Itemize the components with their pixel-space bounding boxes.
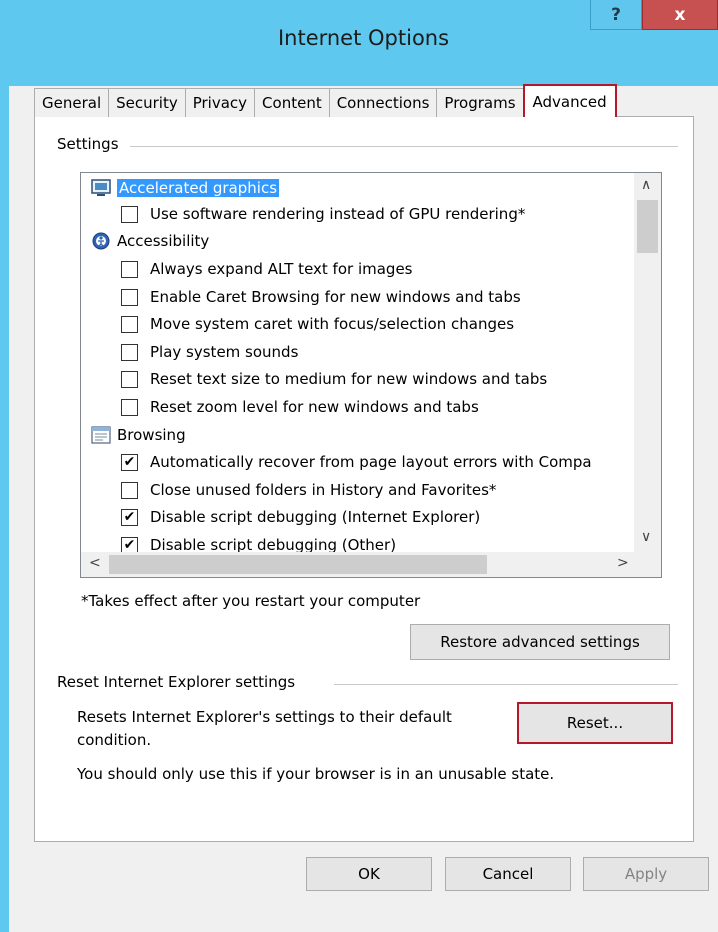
close-icon: x: [674, 4, 686, 25]
cancel-button[interactable]: Cancel: [445, 857, 571, 891]
tree-category-accelerated-graphics[interactable]: Accelerated graphics: [91, 175, 280, 201]
scroll-left-icon[interactable]: <: [89, 555, 101, 571]
checkbox[interactable]: [121, 398, 138, 416]
accessibility-icon: [92, 232, 110, 250]
setting-label: Enable Caret Browsing for new windows an…: [150, 288, 521, 306]
scrollbar-corner: [634, 552, 661, 577]
tree-category-accessibility[interactable]: Accessibility: [91, 228, 209, 254]
setting-label: Play system sounds: [150, 343, 299, 361]
checkbox[interactable]: [121, 481, 138, 499]
checkbox-checked[interactable]: ✔: [121, 536, 138, 554]
setting-label: Always expand ALT text for images: [150, 260, 413, 278]
checkbox-checked[interactable]: ✔: [121, 453, 138, 471]
checkbox-checked[interactable]: ✔: [121, 508, 138, 526]
settings-tree[interactable]: Accelerated graphics Use software render…: [80, 172, 662, 578]
tab-advanced[interactable]: Advanced: [522, 84, 617, 117]
setting-disable-script-debugging-ie[interactable]: ✔ Disable script debugging (Internet Exp…: [121, 504, 480, 530]
checkbox[interactable]: [121, 288, 138, 306]
setting-label: Close unused folders in History and Favo…: [150, 481, 497, 499]
window-border: [0, 0, 9, 932]
horizontal-scroll-thumb[interactable]: [109, 555, 487, 574]
checkbox[interactable]: [121, 260, 138, 278]
checkbox[interactable]: [121, 205, 138, 223]
restore-advanced-settings-button[interactable]: Restore advanced settings: [410, 624, 670, 660]
apply-button[interactable]: Apply: [583, 857, 709, 891]
reset-group-label: Reset Internet Explorer settings: [57, 673, 302, 691]
vertical-scroll-thumb[interactable]: [637, 200, 658, 253]
monitor-icon: [91, 179, 111, 196]
setting-label: Disable script debugging (Internet Explo…: [150, 508, 481, 526]
scroll-up-icon[interactable]: ∧: [641, 177, 651, 193]
tree-category-label: Accessibility: [117, 232, 210, 250]
tab-connections[interactable]: Connections: [328, 88, 438, 117]
tree-category-label: Accelerated graphics: [117, 179, 280, 197]
tab-programs[interactable]: Programs: [436, 88, 524, 117]
reset-description-line1: Resets Internet Explorer's settings to t…: [77, 708, 452, 726]
tree-category-label: Browsing: [117, 426, 186, 444]
checkmark-icon: ✔: [123, 454, 136, 470]
setting-expand-alt-text[interactable]: Always expand ALT text for images: [121, 256, 413, 282]
ok-button[interactable]: OK: [306, 857, 432, 891]
browsing-icon: [91, 426, 111, 444]
setting-label: Use software rendering instead of GPU re…: [150, 205, 526, 223]
scroll-down-icon[interactable]: ∨: [641, 529, 651, 545]
tab-general[interactable]: General: [34, 88, 110, 117]
help-button[interactable]: ?: [590, 0, 642, 30]
reset-group-divider: [334, 684, 678, 685]
checkmark-icon: ✔: [123, 537, 136, 553]
setting-play-system-sounds[interactable]: Play system sounds: [121, 339, 298, 365]
checkbox[interactable]: [121, 343, 138, 361]
restart-note: *Takes effect after you restart your com…: [81, 592, 421, 610]
setting-reset-zoom-level[interactable]: Reset zoom level for new windows and tab…: [121, 394, 479, 420]
checkbox[interactable]: [121, 315, 138, 333]
internet-options-window: Internet Options ? x General Security Pr…: [0, 0, 718, 932]
reset-button[interactable]: Reset...: [517, 702, 673, 744]
checkbox[interactable]: [121, 370, 138, 388]
horizontal-scrollbar[interactable]: < >: [81, 552, 636, 577]
reset-warning: You should only use this if your browser…: [77, 765, 555, 783]
setting-auto-recover-layout-errors[interactable]: ✔ Automatically recover from page layout…: [121, 449, 592, 475]
checkmark-icon: ✔: [123, 509, 136, 525]
setting-reset-text-size[interactable]: Reset text size to medium for new window…: [121, 366, 547, 392]
setting-software-rendering[interactable]: Use software rendering instead of GPU re…: [121, 201, 525, 227]
setting-label: Reset zoom level for new windows and tab…: [150, 398, 479, 416]
tab-strip: General Security Privacy Content Connect…: [34, 84, 617, 117]
scroll-right-icon[interactable]: >: [617, 555, 629, 571]
setting-move-system-caret[interactable]: Move system caret with focus/selection c…: [121, 311, 514, 337]
vertical-scrollbar[interactable]: ∧ ∨: [634, 173, 661, 553]
setting-caret-browsing[interactable]: Enable Caret Browsing for new windows an…: [121, 284, 521, 310]
setting-label: Reset text size to medium for new window…: [150, 370, 548, 388]
tab-privacy[interactable]: Privacy: [184, 88, 256, 117]
close-button[interactable]: x: [642, 0, 718, 30]
tree-category-browsing[interactable]: Browsing: [91, 422, 186, 448]
tab-security[interactable]: Security: [108, 88, 186, 117]
settings-group-divider: [130, 146, 678, 147]
setting-label: Move system caret with focus/selection c…: [150, 315, 515, 333]
reset-description-line2: condition.: [77, 731, 152, 749]
setting-label: Automatically recover from page layout e…: [150, 453, 592, 471]
setting-close-unused-folders[interactable]: Close unused folders in History and Favo…: [121, 477, 496, 503]
settings-group-label: Settings: [57, 135, 125, 153]
tab-content[interactable]: Content: [254, 88, 330, 117]
